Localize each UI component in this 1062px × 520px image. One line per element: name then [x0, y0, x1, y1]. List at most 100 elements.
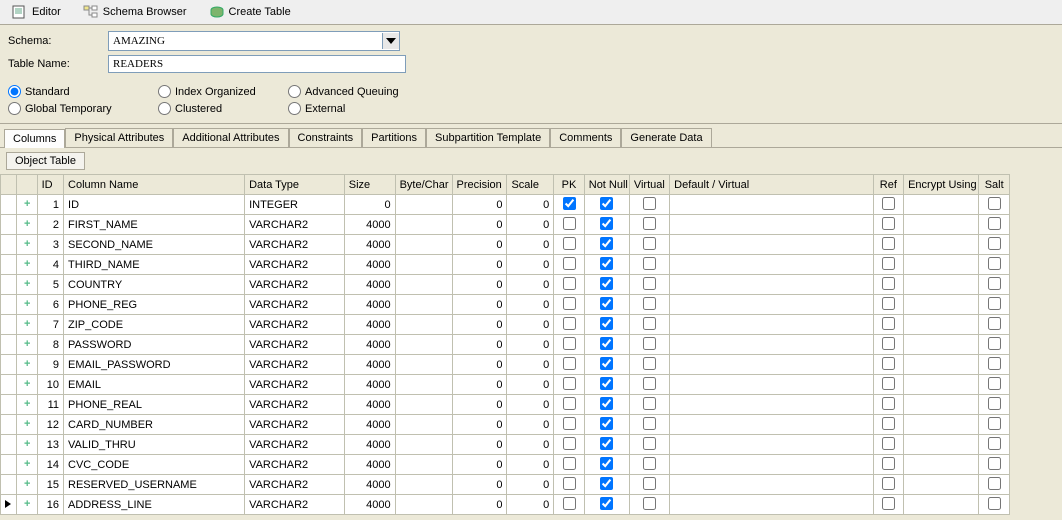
cell-byte-char[interactable]	[395, 215, 452, 235]
tablename-input[interactable]	[108, 55, 406, 73]
expand-row-button[interactable]: +	[17, 195, 37, 215]
virtual-checkbox[interactable]	[643, 197, 656, 210]
pk-checkbox[interactable]	[563, 297, 576, 310]
cell-data-type[interactable]: VARCHAR2	[245, 315, 345, 335]
cell-not-null[interactable]	[584, 355, 629, 375]
pk-checkbox[interactable]	[563, 457, 576, 470]
ref-checkbox[interactable]	[882, 277, 895, 290]
radio-index-organized[interactable]: Index Organized	[158, 85, 288, 98]
cell-encrypt-using[interactable]	[904, 335, 979, 355]
cell-scale[interactable]: 0	[507, 375, 554, 395]
cell-not-null[interactable]	[584, 255, 629, 275]
row-indicator[interactable]	[1, 375, 17, 395]
tab-columns[interactable]: Columns	[4, 129, 65, 148]
pk-checkbox[interactable]	[563, 217, 576, 230]
table-row[interactable]: +7ZIP_CODEVARCHAR2400000	[1, 315, 1010, 335]
row-indicator[interactable]	[1, 315, 17, 335]
cell-precision[interactable]: 0	[452, 355, 507, 375]
pk-checkbox[interactable]	[563, 257, 576, 270]
table-row[interactable]: +2FIRST_NAMEVARCHAR2400000	[1, 215, 1010, 235]
cell-encrypt-using[interactable]	[904, 255, 979, 275]
ref-checkbox[interactable]	[882, 477, 895, 490]
schema-input[interactable]	[109, 35, 382, 47]
cell-scale[interactable]: 0	[507, 495, 554, 515]
cell-salt[interactable]	[979, 495, 1010, 515]
columns-grid[interactable]: ID Column Name Data Type Size Byte/Char …	[0, 174, 1010, 515]
table-row[interactable]: +14CVC_CODEVARCHAR2400000	[1, 455, 1010, 475]
virtual-checkbox[interactable]	[643, 217, 656, 230]
row-indicator[interactable]	[1, 335, 17, 355]
ref-checkbox[interactable]	[882, 337, 895, 350]
cell-byte-char[interactable]	[395, 315, 452, 335]
notnull-checkbox[interactable]	[600, 497, 613, 510]
cell-data-type[interactable]: VARCHAR2	[245, 415, 345, 435]
cell-encrypt-using[interactable]	[904, 375, 979, 395]
virtual-checkbox[interactable]	[643, 437, 656, 450]
cell-column-name[interactable]: COUNTRY	[64, 275, 245, 295]
table-row[interactable]: +5COUNTRYVARCHAR2400000	[1, 275, 1010, 295]
tab-object-table[interactable]: Object Table	[6, 152, 85, 170]
expand-row-button[interactable]: +	[17, 435, 37, 455]
cell-size[interactable]: 4000	[344, 315, 395, 335]
expand-row-button[interactable]: +	[17, 475, 37, 495]
row-indicator[interactable]	[1, 275, 17, 295]
cell-not-null[interactable]	[584, 455, 629, 475]
cell-salt[interactable]	[979, 355, 1010, 375]
cell-column-name[interactable]: SECOND_NAME	[64, 235, 245, 255]
cell-data-type[interactable]: VARCHAR2	[245, 335, 345, 355]
cell-scale[interactable]: 0	[507, 415, 554, 435]
cell-pk[interactable]	[554, 255, 585, 275]
notnull-checkbox[interactable]	[600, 317, 613, 330]
cell-salt[interactable]	[979, 475, 1010, 495]
cell-id[interactable]: 14	[37, 455, 63, 475]
cell-virtual[interactable]	[629, 415, 670, 435]
cell-precision[interactable]: 0	[452, 235, 507, 255]
cell-scale[interactable]: 0	[507, 355, 554, 375]
cell-byte-char[interactable]	[395, 435, 452, 455]
cell-virtual[interactable]	[629, 275, 670, 295]
expand-row-button[interactable]: +	[17, 395, 37, 415]
cell-pk[interactable]	[554, 355, 585, 375]
cell-ref[interactable]	[873, 335, 904, 355]
radio-advanced-queuing[interactable]: Advanced Queuing	[288, 85, 438, 98]
row-indicator[interactable]	[1, 215, 17, 235]
cell-scale[interactable]: 0	[507, 295, 554, 315]
cell-id[interactable]: 2	[37, 215, 63, 235]
cell-default-virtual[interactable]	[670, 455, 873, 475]
expand-row-button[interactable]: +	[17, 415, 37, 435]
cell-precision[interactable]: 0	[452, 315, 507, 335]
cell-default-virtual[interactable]	[670, 475, 873, 495]
cell-default-virtual[interactable]	[670, 315, 873, 335]
virtual-checkbox[interactable]	[643, 337, 656, 350]
cell-data-type[interactable]: VARCHAR2	[245, 435, 345, 455]
cell-precision[interactable]: 0	[452, 195, 507, 215]
cell-encrypt-using[interactable]	[904, 315, 979, 335]
cell-data-type[interactable]: VARCHAR2	[245, 295, 345, 315]
header-size[interactable]: Size	[344, 175, 395, 195]
cell-pk[interactable]	[554, 335, 585, 355]
pk-checkbox[interactable]	[563, 437, 576, 450]
cell-id[interactable]: 13	[37, 435, 63, 455]
cell-pk[interactable]	[554, 455, 585, 475]
salt-checkbox[interactable]	[988, 477, 1001, 490]
cell-scale[interactable]: 0	[507, 255, 554, 275]
cell-ref[interactable]	[873, 395, 904, 415]
cell-salt[interactable]	[979, 415, 1010, 435]
virtual-checkbox[interactable]	[643, 257, 656, 270]
row-indicator[interactable]	[1, 435, 17, 455]
cell-pk[interactable]	[554, 275, 585, 295]
virtual-checkbox[interactable]	[643, 457, 656, 470]
salt-checkbox[interactable]	[988, 277, 1001, 290]
row-indicator[interactable]	[1, 455, 17, 475]
notnull-checkbox[interactable]	[600, 457, 613, 470]
cell-salt[interactable]	[979, 275, 1010, 295]
row-indicator[interactable]	[1, 255, 17, 275]
table-row[interactable]: +1IDINTEGER000	[1, 195, 1010, 215]
cell-id[interactable]: 5	[37, 275, 63, 295]
cell-pk[interactable]	[554, 375, 585, 395]
expand-row-button[interactable]: +	[17, 495, 37, 515]
header-virtual[interactable]: Virtual	[629, 175, 670, 195]
cell-precision[interactable]: 0	[452, 475, 507, 495]
cell-ref[interactable]	[873, 315, 904, 335]
cell-precision[interactable]: 0	[452, 255, 507, 275]
